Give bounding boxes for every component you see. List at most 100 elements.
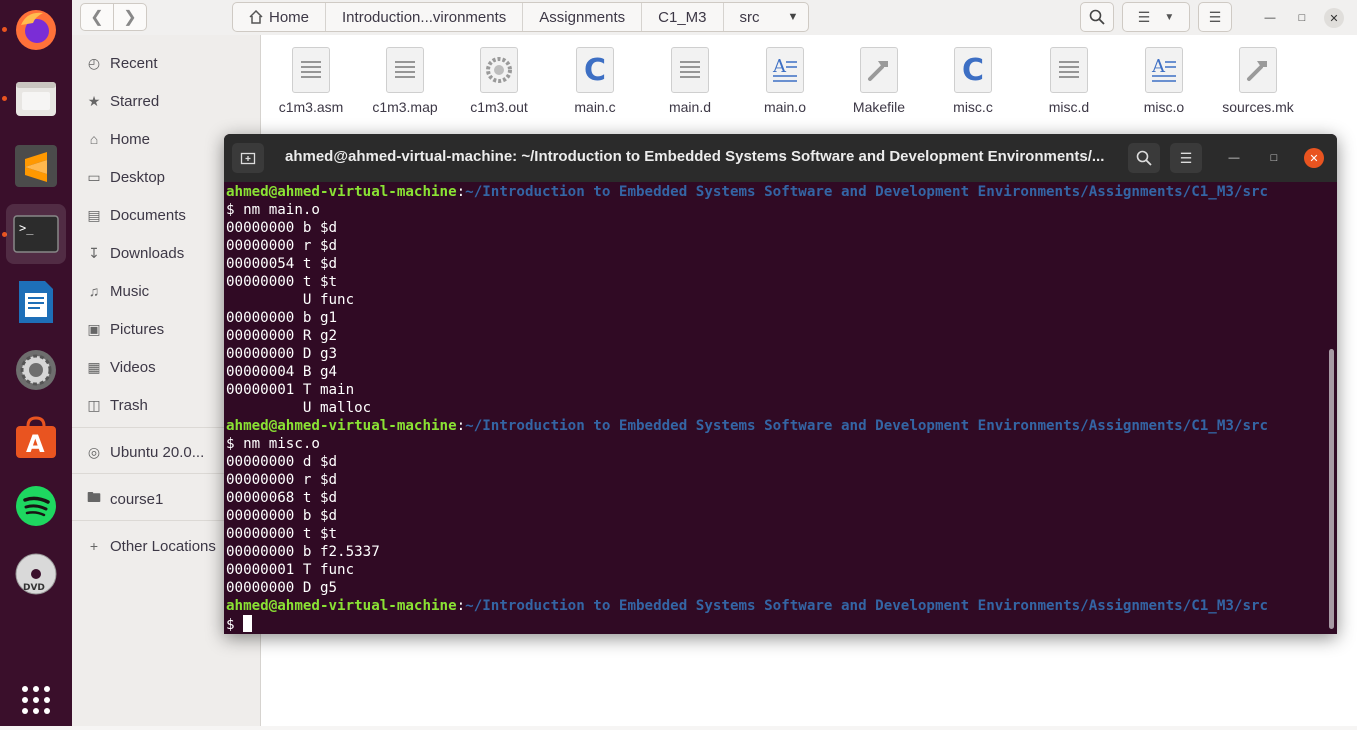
terminal-text: 00000054 t $d: [226, 256, 338, 272]
terminal-output-line: 00000001 T func: [226, 561, 1326, 579]
file-item[interactable]: C misc.c: [927, 47, 1019, 115]
file-item[interactable]: c1m3.map: [359, 47, 451, 115]
close-button[interactable]: ✕: [1324, 8, 1344, 28]
breadcrumb-src[interactable]: src ▼: [724, 3, 809, 31]
search-button[interactable]: [1080, 2, 1114, 32]
sidebar-item-starred[interactable]: ★ Starred: [86, 89, 159, 113]
trash-icon: ◫: [87, 396, 101, 413]
breadcrumb: Home Introduction...vironments Assignmen…: [232, 2, 810, 32]
terminal-minimize-button[interactable]: —: [1224, 148, 1244, 168]
terminal-cursor: [243, 615, 253, 632]
terminal-text: 00000000 b $d: [226, 508, 338, 524]
terminal-text: 00000000 r $d: [226, 472, 338, 488]
forward-button[interactable]: ❯: [113, 3, 147, 31]
file-name: sources.mk: [1222, 99, 1294, 115]
libreoffice-writer-icon[interactable]: [6, 272, 66, 332]
terminal-icon[interactable]: >_: [6, 204, 66, 264]
file-item[interactable]: misc.d: [1023, 47, 1115, 115]
file-item[interactable]: sources.mk: [1212, 47, 1304, 115]
chevron-down-icon: ▼: [1164, 11, 1175, 23]
terminal-text: 00000000 b g1: [226, 310, 338, 326]
view-options-button[interactable]: ☰ ▼: [1122, 2, 1190, 32]
new-tab-button[interactable]: [232, 143, 264, 173]
breadcrumb-home[interactable]: Home: [233, 3, 327, 31]
show-apps-icon[interactable]: [6, 670, 66, 730]
terminal-output-line: 00000000 b f2.5337: [226, 543, 1326, 561]
list-view-icon: ☰: [1137, 8, 1151, 25]
svg-text:A: A: [1151, 56, 1166, 77]
dock: >_ A DVD: [0, 0, 72, 726]
files-icon[interactable]: [6, 68, 66, 128]
sidebar-item-pictures[interactable]: ▣ Pictures: [86, 317, 164, 341]
c-source-icon: C: [576, 47, 614, 93]
file-item[interactable]: C main.c: [549, 47, 641, 115]
dvd-icon[interactable]: DVD: [6, 544, 66, 604]
terminal-close-button[interactable]: ✕: [1304, 148, 1324, 168]
file-item[interactable]: c1m3.out: [453, 47, 545, 115]
spotify-icon[interactable]: [6, 476, 66, 536]
sidebar-item-label: Trash: [110, 396, 148, 414]
svg-text:A: A: [26, 430, 45, 458]
file-item[interactable]: Makefile: [833, 47, 925, 115]
plus-icon: +: [89, 538, 99, 554]
sidebar-item-label: Documents: [110, 206, 186, 224]
terminal-text: 00000001 T main: [226, 382, 355, 398]
back-button[interactable]: ❮: [80, 3, 114, 31]
sidebar-item-videos[interactable]: ▦ Videos: [86, 355, 155, 379]
sidebar-item-downloads[interactable]: ↧ Downloads: [86, 241, 184, 265]
file-item[interactable]: A main.o: [739, 47, 831, 115]
sidebar-item-label: Ubuntu 20.0...: [110, 443, 205, 461]
menu-button[interactable]: ☰: [1198, 2, 1232, 32]
minimize-icon: —: [1264, 12, 1276, 24]
sidebar-item-recent[interactable]: ◴ Recent: [86, 51, 158, 75]
file-item[interactable]: c1m3.asm: [265, 47, 357, 115]
terminal-menu-button[interactable]: ☰: [1170, 143, 1202, 173]
breadcrumb-label: Introduction...vironments: [342, 8, 507, 26]
terminal-output-line: 00000000 r $d: [226, 471, 1326, 489]
sidebar-item-desktop[interactable]: ▭ Desktop: [86, 165, 165, 189]
sidebar-item-label: Pictures: [110, 320, 165, 338]
sidebar-item-trash[interactable]: ◫ Trash: [86, 393, 148, 417]
terminal-output-line: 00000000 t $t: [226, 525, 1326, 543]
terminal-output-line: $ nm main.o: [226, 201, 1326, 219]
prompt-user: ahmed@ahmed-virtual-machine: [226, 598, 457, 614]
close-icon: ✕: [1329, 12, 1339, 25]
sidebar-item-course1[interactable]: 🖿 course1: [86, 487, 163, 511]
breadcrumb-assignments[interactable]: Assignments: [523, 3, 643, 31]
firefox-icon[interactable]: [6, 0, 66, 60]
svg-text:A: A: [772, 56, 787, 77]
sidebar-item-home[interactable]: ⌂ Home: [86, 127, 150, 151]
file-item[interactable]: A misc.o: [1118, 47, 1210, 115]
prompt-path: ~/Introduction to Embedded Systems Softw…: [465, 418, 1269, 434]
document-icon: ▤: [87, 206, 101, 223]
terminal-title: ahmed@ahmed-virtual-machine: ~/Introduct…: [285, 148, 1105, 165]
terminal-output-line: 00000004 B g4: [226, 363, 1326, 381]
breadcrumb-introduction[interactable]: Introduction...vironments: [326, 3, 524, 31]
terminal-headerbar: ahmed@ahmed-virtual-machine: ~/Introduct…: [224, 134, 1337, 182]
terminal-output-line: $ nm misc.o: [226, 435, 1326, 453]
terminal-window[interactable]: ahmed@ahmed-virtual-machine: ~/Introduct…: [224, 134, 1337, 634]
terminal-text: 00000004 B g4: [226, 364, 338, 380]
settings-icon[interactable]: [6, 340, 66, 400]
sidebar-item-music[interactable]: ♫ Music: [86, 279, 149, 303]
dropdown-arrow-icon: ▼: [787, 11, 799, 23]
terminal-output[interactable]: ahmed@ahmed-virtual-machine:~/Introducti…: [226, 183, 1326, 633]
maximize-button[interactable]: □: [1292, 8, 1312, 28]
breadcrumb-c1-m3[interactable]: C1_M3: [642, 3, 724, 31]
terminal-maximize-button[interactable]: □: [1264, 148, 1284, 168]
sidebar-item-ubuntu-disc[interactable]: ◎ Ubuntu 20.0...: [86, 440, 204, 464]
sublime-text-icon[interactable]: [6, 136, 66, 196]
text-file-icon: [292, 47, 330, 93]
terminal-output-line: 00000000 b $d: [226, 507, 1326, 525]
search-icon: [1136, 150, 1152, 166]
minimize-button[interactable]: —: [1260, 8, 1280, 28]
sidebar-item-documents[interactable]: ▤ Documents: [86, 203, 186, 227]
terminal-output-line: 00000001 T main: [226, 381, 1326, 399]
terminal-text: 00000000 r $d: [226, 238, 338, 254]
terminal-scrollbar[interactable]: [1329, 349, 1334, 629]
terminal-text: 00000000 b $d: [226, 220, 338, 236]
sidebar-item-other-locations[interactable]: + Other Locations: [86, 534, 216, 558]
software-center-icon[interactable]: A: [6, 408, 66, 468]
file-item[interactable]: main.d: [644, 47, 736, 115]
terminal-search-button[interactable]: [1128, 143, 1160, 173]
